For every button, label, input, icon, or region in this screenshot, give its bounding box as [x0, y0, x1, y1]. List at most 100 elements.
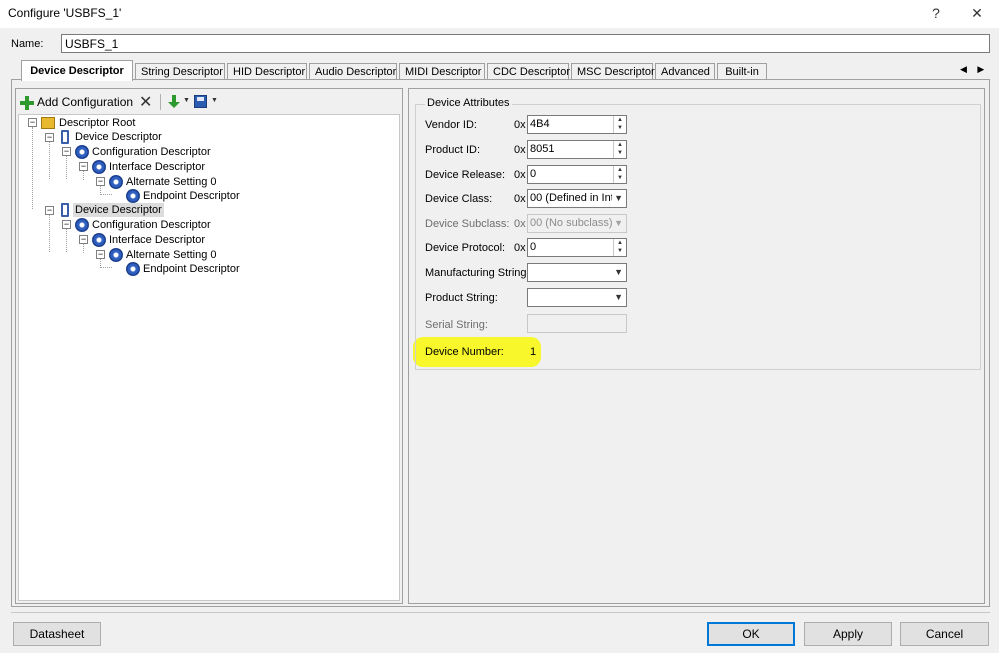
serial-string-input — [527, 314, 627, 333]
descriptor-tree[interactable]: − Descriptor Root − Device Descriptor − … — [18, 114, 400, 601]
gear-icon — [92, 233, 106, 247]
device-protocol-value: 0 — [530, 241, 537, 253]
tab-advanced[interactable]: Advanced — [655, 63, 715, 80]
ok-button[interactable]: OK — [707, 622, 795, 646]
tree-line — [49, 214, 50, 252]
vendor-id-input[interactable]: 4B4 ▲ ▼ — [527, 115, 627, 134]
product-id-value: 8051 — [530, 143, 555, 155]
tree-line — [100, 194, 112, 195]
tree-line — [32, 127, 33, 209]
hex-prefix: 0x — [514, 119, 526, 131]
tree-expander[interactable]: − — [96, 250, 105, 259]
vendor-id-value: 4B4 — [530, 118, 550, 130]
tree-node-label: Alternate Setting 0 — [126, 176, 217, 188]
tab-device-descriptor[interactable]: Device Descriptor — [21, 60, 133, 81]
tree-node-label: Interface Descriptor — [109, 234, 205, 246]
tree-expander[interactable]: − — [96, 177, 105, 186]
device-release-input[interactable]: 0 ▲ ▼ — [527, 165, 627, 184]
name-input[interactable] — [61, 34, 990, 53]
device-subclass-select: 00 (No subclass) ▼ — [527, 214, 627, 233]
delete-icon[interactable]: ✕ — [139, 92, 152, 112]
help-icon[interactable]: ? — [921, 3, 951, 23]
tree-line — [100, 267, 112, 268]
import-icon[interactable] — [168, 95, 180, 109]
device-protocol-input[interactable]: 0 ▲ ▼ — [527, 238, 627, 257]
tab-string-descriptor[interactable]: String Descriptor — [135, 63, 225, 80]
footer-divider — [11, 612, 990, 613]
tree-toolbar: Add Configuration ✕ ▼ ▼ — [18, 91, 398, 113]
datasheet-button[interactable]: Datasheet — [13, 622, 101, 646]
spin-arrows-icon[interactable]: ▲ ▼ — [613, 166, 626, 183]
product-string-select[interactable]: ▼ — [527, 288, 627, 307]
tree-expander[interactable]: − — [79, 162, 88, 171]
tree-node-label: Endpoint Descriptor — [143, 190, 240, 202]
hex-prefix: 0x — [514, 218, 526, 230]
tree-expander[interactable]: − — [62, 220, 71, 229]
add-configuration-label: Add Configuration — [37, 95, 134, 109]
gear-icon — [75, 145, 89, 159]
name-row: Name: — [0, 33, 999, 55]
tree-expander[interactable]: − — [45, 133, 54, 142]
import-dropdown-icon[interactable]: ▼ — [183, 97, 190, 104]
tree-node-label: Alternate Setting 0 — [126, 249, 217, 261]
tree-node-label: Endpoint Descriptor — [143, 263, 240, 275]
tab-hid-descriptor[interactable]: HID Descriptor — [227, 63, 307, 80]
save-icon[interactable] — [194, 95, 207, 108]
device-attributes-group: Device Attributes Vendor ID: 0x 4B4 ▲ ▼ P… — [415, 97, 981, 370]
device-class-select[interactable]: 00 (Defined in Inte ▼ — [527, 189, 627, 208]
tab-audio-descriptor[interactable]: Audio Descriptor — [309, 63, 397, 80]
close-icon[interactable]: ✕ — [962, 3, 992, 23]
tree-node-label: Interface Descriptor — [109, 161, 205, 173]
manufacturing-string-select[interactable]: ▼ — [527, 263, 627, 282]
tree-node-label: Configuration Descriptor — [92, 219, 211, 231]
tab-built-in[interactable]: Built-in — [717, 63, 767, 80]
gear-icon — [109, 175, 123, 189]
gear-icon — [126, 189, 140, 203]
spin-arrows-icon[interactable]: ▲ ▼ — [613, 141, 626, 158]
tab-midi-descriptor[interactable]: MIDI Descriptor — [399, 63, 485, 80]
device-subclass-label: Device Subclass: — [425, 218, 510, 230]
tree-expander[interactable]: − — [62, 147, 71, 156]
tab-cdc-descriptor[interactable]: CDC Descriptor — [487, 63, 570, 80]
tree-node-label: Device Descriptor — [75, 131, 162, 143]
tree-expander[interactable]: − — [79, 235, 88, 244]
spin-arrows-icon[interactable]: ▲ ▼ — [613, 239, 626, 256]
device-class-label: Device Class: — [425, 193, 493, 205]
spin-arrows-icon[interactable]: ▲ ▼ — [613, 116, 626, 133]
cancel-button[interactable]: Cancel — [900, 622, 989, 646]
tree-line — [66, 228, 67, 252]
vendor-id-label: Vendor ID: — [425, 119, 477, 131]
product-string-label: Product String: — [425, 292, 498, 304]
tree-line — [66, 155, 67, 179]
gear-icon — [92, 160, 106, 174]
gear-icon — [109, 248, 123, 262]
manufacturing-string-label: Manufacturing String: — [425, 267, 530, 279]
hex-prefix: 0x — [514, 242, 526, 254]
chevron-down-icon: ▼ — [614, 292, 623, 302]
add-configuration-button[interactable]: Add Configuration — [18, 93, 134, 111]
device-number-value: 1 — [530, 346, 537, 358]
device-release-value: 0 — [530, 168, 537, 180]
device-icon — [61, 130, 69, 144]
device-number-label: Device Number: — [425, 346, 504, 358]
group-title: Device Attributes — [425, 97, 512, 109]
tree-line — [83, 243, 84, 253]
title-bar: Configure 'USBFS_1' ? ✕ — [0, 0, 999, 28]
tree-line — [49, 141, 50, 179]
name-label: Name: — [11, 38, 44, 50]
apply-button[interactable]: Apply — [804, 622, 892, 646]
save-dropdown-icon[interactable]: ▼ — [211, 97, 218, 104]
hex-prefix: 0x — [514, 144, 526, 156]
hex-prefix: 0x — [514, 169, 526, 181]
device-class-value: 00 (Defined in Inte — [530, 192, 612, 204]
tree-expander[interactable]: − — [45, 206, 54, 215]
product-id-label: Product ID: — [425, 144, 481, 156]
device-subclass-value: 00 (No subclass) — [530, 217, 612, 229]
serial-string-label: Serial String: — [425, 319, 488, 331]
tab-scroll-arrows-icon[interactable]: ◀ ▶ — [960, 64, 988, 75]
tree-expander[interactable]: − — [28, 118, 37, 127]
tab-msc-descriptor[interactable]: MSC Descriptor — [571, 63, 655, 80]
product-id-input[interactable]: 8051 ▲ ▼ — [527, 140, 627, 159]
hex-prefix: 0x — [514, 193, 526, 205]
descriptor-tree-pane: Add Configuration ✕ ▼ ▼ − Descriptor Roo… — [15, 88, 403, 604]
